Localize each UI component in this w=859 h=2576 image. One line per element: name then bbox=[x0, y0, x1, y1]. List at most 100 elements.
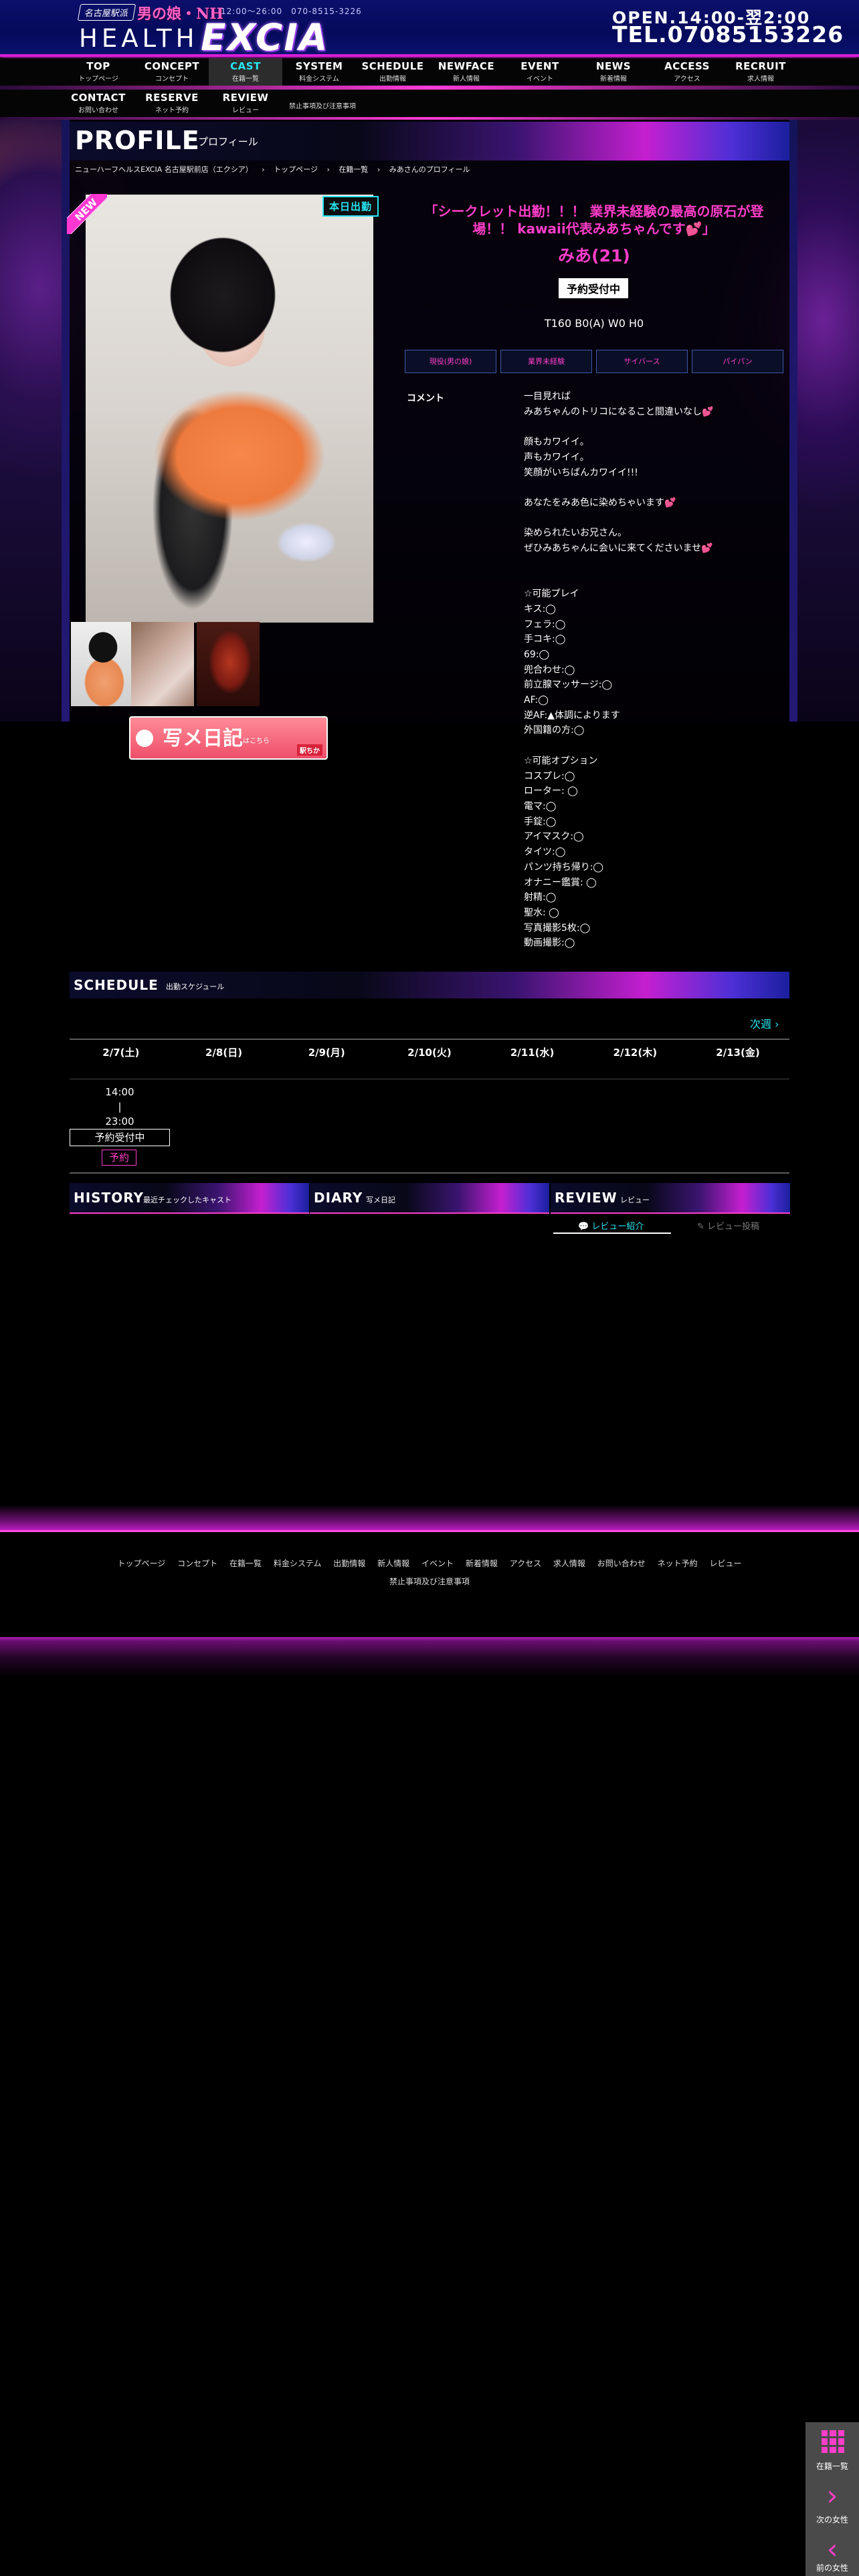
nav-label: RECRUIT bbox=[735, 60, 786, 72]
nav-sublabel: トップページ bbox=[78, 76, 118, 83]
next-week-link[interactable]: 次週 › bbox=[750, 1015, 779, 1031]
footer-link[interactable]: イベント bbox=[421, 1559, 454, 1568]
tab-review-post[interactable]: ✎ レビュー投稿 bbox=[697, 1219, 759, 1232]
nav-newface[interactable]: NEWFACE 新人情報 bbox=[430, 58, 503, 86]
nav-concept[interactable]: CONCEPT コンセプト bbox=[135, 58, 209, 86]
nav-sublabel: イベント bbox=[527, 76, 553, 83]
footer-link[interactable]: レビュー bbox=[709, 1559, 741, 1568]
nav-sublabel: 料金システム bbox=[299, 76, 339, 83]
nav-access[interactable]: ACCESS アクセス bbox=[650, 58, 724, 86]
grid-icon bbox=[822, 2430, 844, 2453]
phone-number[interactable]: TEL.07085153226 bbox=[612, 21, 844, 47]
footer-banned-link[interactable]: 禁止事項及び注意事項 bbox=[0, 1576, 859, 1587]
nav-label: ACCESS bbox=[664, 60, 710, 72]
section-subtitle: プロフィール bbox=[198, 136, 258, 148]
section-subtitle: レビュー bbox=[620, 1196, 650, 1204]
nav-label: TOP bbox=[86, 60, 110, 72]
new-badge: NEW bbox=[67, 194, 107, 234]
float-next-button[interactable]: › 次の女性 bbox=[805, 2476, 859, 2529]
section-title: REVIEW bbox=[555, 1190, 617, 1206]
box-rule bbox=[310, 1212, 549, 1214]
nav-label: EVENT bbox=[520, 60, 559, 72]
day-header: 2/10(火) bbox=[407, 1047, 452, 1059]
cast-tag[interactable]: 業界未経験 bbox=[500, 350, 592, 373]
chevron-left-icon: ‹ bbox=[826, 2533, 838, 2565]
section-title: PROFILE bbox=[75, 126, 200, 155]
nav-review[interactable]: REVIEW レビュー bbox=[209, 90, 282, 117]
footer-link[interactable]: 料金システム bbox=[274, 1559, 322, 1568]
breadcrumb-top[interactable]: トップページ bbox=[274, 165, 318, 174]
cast-size: T160 B0(A) W0 H0 bbox=[544, 317, 644, 330]
breadcrumb-cast[interactable]: 在籍一覧 bbox=[339, 165, 368, 174]
footer-line bbox=[0, 1530, 859, 1532]
nav-banned-link[interactable]: 禁止事項及び注意事項 bbox=[289, 100, 356, 110]
cast-thumbnail[interactable] bbox=[197, 622, 260, 706]
cast-tag[interactable]: 現役(男の娘) bbox=[405, 350, 496, 373]
nav-schedule[interactable]: SCHEDULE 出勤情報 bbox=[356, 58, 430, 86]
day-header: 2/7(土) bbox=[102, 1047, 140, 1059]
nav-event[interactable]: EVENT イベント bbox=[503, 58, 577, 86]
photo-diary-banner[interactable]: 写メ日記 はこちら 駅ちか bbox=[129, 716, 328, 760]
nav-cast[interactable]: CAST 在籍一覧 bbox=[209, 58, 282, 86]
nav-top[interactable]: TOP トップページ bbox=[62, 58, 135, 86]
day-header: 2/11(水) bbox=[510, 1047, 555, 1059]
nav-sublabel: レビュー bbox=[232, 107, 259, 114]
reserve-button[interactable]: 予約 bbox=[102, 1150, 136, 1166]
footer-glow bbox=[0, 1505, 859, 1531]
footer-link[interactable]: ネット予約 bbox=[658, 1559, 698, 1568]
float-cast-list-button[interactable]: 在籍一覧 bbox=[805, 2422, 859, 2476]
nav-contact[interactable]: CONTACT お問い合わせ bbox=[62, 90, 135, 117]
reservation-status: 予約受付中 bbox=[559, 278, 629, 298]
footer-link[interactable]: トップページ bbox=[118, 1559, 166, 1568]
active-tab-indicator bbox=[553, 1232, 671, 1234]
table-rule bbox=[70, 1172, 789, 1174]
nav-label: NEWS bbox=[595, 60, 632, 72]
nav-news[interactable]: NEWS 新着情報 bbox=[577, 58, 650, 86]
comment-label: コメント bbox=[407, 393, 444, 404]
cast-thumbnail[interactable] bbox=[131, 622, 194, 706]
nav-sublabel: 在籍一覧 bbox=[232, 76, 259, 83]
footer-link[interactable]: 新人情報 bbox=[377, 1559, 409, 1568]
footer-link[interactable]: お問い合わせ bbox=[597, 1559, 646, 1568]
shift-status: 予約受付中 bbox=[70, 1129, 170, 1146]
footer-link[interactable]: コンセプト bbox=[177, 1559, 217, 1568]
cast-thumbnail[interactable] bbox=[71, 622, 134, 706]
float-label: 前の女性 bbox=[816, 2563, 848, 2573]
cast-tag[interactable]: パイパン bbox=[692, 350, 783, 373]
footer-links: トップページ コンセプト 在籍一覧 料金システム 出勤情報 新人情報 イベント … bbox=[0, 1558, 859, 1569]
breadcrumb-current: みあさんのプロフィール bbox=[389, 165, 470, 174]
logo-excia[interactable]: EXCIA bbox=[201, 16, 328, 59]
table-rule bbox=[70, 1039, 789, 1040]
tab-review-intro[interactable]: 💬 レビュー紹介 bbox=[578, 1219, 644, 1232]
nav-label: REVIEW bbox=[222, 92, 269, 104]
breadcrumb-sep: › bbox=[377, 165, 381, 174]
review-section-header: REVIEW レビュー bbox=[551, 1183, 790, 1212]
nav-recruit[interactable]: RECRUIT 求人情報 bbox=[724, 58, 797, 86]
section-subtitle: 写メ日記 bbox=[366, 1196, 395, 1204]
logo-health[interactable]: HEALTH bbox=[79, 24, 198, 53]
section-title: HISTORY bbox=[74, 1190, 145, 1206]
footer-link[interactable]: 在籍一覧 bbox=[229, 1559, 262, 1568]
section-title: SCHEDULE bbox=[74, 977, 159, 993]
footer-link[interactable]: アクセス bbox=[510, 1559, 541, 1568]
nav-sublabel: お問い合わせ bbox=[78, 107, 118, 114]
float-label: 次の女性 bbox=[816, 2515, 848, 2525]
footer-link[interactable]: 出勤情報 bbox=[333, 1559, 365, 1568]
box-rule bbox=[70, 1212, 309, 1214]
float-prev-button[interactable]: ‹ 前の女性 bbox=[805, 2529, 859, 2576]
cast-main-photo[interactable] bbox=[86, 195, 373, 623]
nav-system[interactable]: SYSTEM 料金システム bbox=[282, 58, 356, 86]
nav-reserve[interactable]: RESERVE ネット予約 bbox=[135, 90, 209, 117]
nav-label: CONCEPT bbox=[144, 60, 200, 72]
main-nav: TOP トップページ CONCEPT コンセプト CAST 在籍一覧 SYSTEM 料金… bbox=[0, 58, 859, 86]
nav-sublabel: 出勤情報 bbox=[379, 76, 406, 83]
breadcrumb-shop[interactable]: ニューハーフヘルスEXCIA 名古屋駅前店（エクシア） bbox=[75, 165, 253, 174]
footer-link[interactable]: 求人情報 bbox=[553, 1559, 585, 1568]
shift-time: 14:00 | 23:00 bbox=[105, 1086, 134, 1128]
comment-body: 一目見れば みあちゃんのトリコになること間違いなし💕 顔もカワイイ。 声もカワイ… bbox=[524, 391, 714, 949]
breadcrumb: ニューハーフヘルスEXCIA 名古屋駅前店（エクシア） › トップページ › 在… bbox=[75, 164, 477, 175]
section-subtitle: 出勤スケジュール bbox=[166, 982, 225, 991]
footer-link[interactable]: 新着情報 bbox=[466, 1559, 498, 1568]
nav-label: SYSTEM bbox=[295, 60, 343, 72]
cast-tag[interactable]: サイバース bbox=[596, 350, 688, 373]
